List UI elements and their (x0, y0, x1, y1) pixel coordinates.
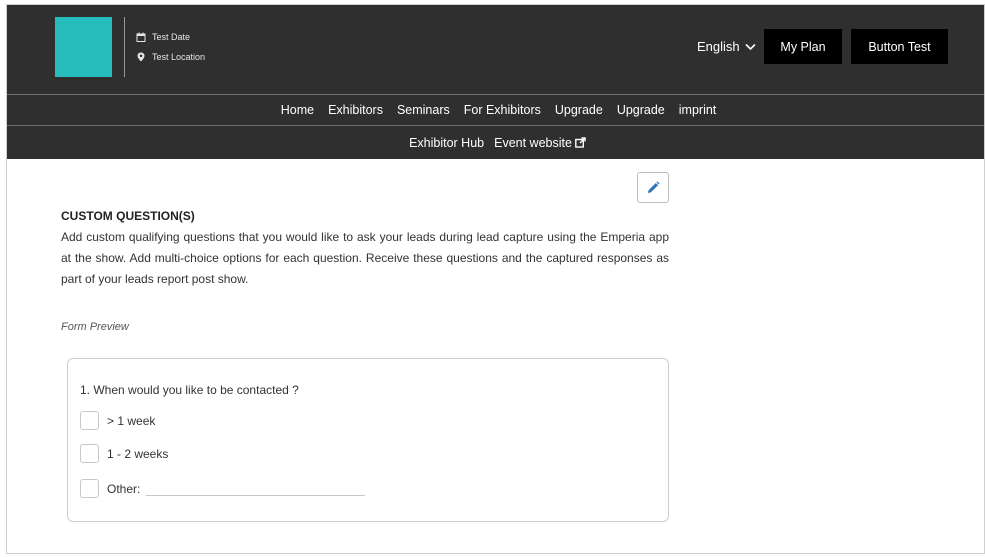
nav-item-imprint[interactable]: imprint (679, 103, 717, 117)
language-label: English (697, 39, 740, 54)
event-location: Test Location (152, 52, 206, 62)
question-text: 1. When would you like to be contacted ? (80, 383, 299, 397)
event-date-row: Test Date (136, 32, 190, 42)
pencil-icon (648, 180, 660, 193)
nav-item-upgrade-2[interactable]: Upgrade (617, 103, 665, 117)
option-checkbox[interactable] (80, 444, 99, 463)
option-label: > 1 week (107, 413, 156, 428)
option-row: 1 - 2 weeks (80, 444, 168, 463)
event-header: Test Date Test Location English My Plan … (7, 5, 984, 94)
location-pin-icon (136, 52, 146, 62)
event-date: Test Date (152, 32, 191, 42)
option-row-other: Other: (80, 479, 366, 498)
page-frame: Test Date Test Location English My Plan … (6, 4, 985, 554)
nav-item-event-website[interactable]: Event website (494, 136, 586, 150)
event-location-row: Test Location (136, 52, 205, 62)
form-preview-box: 1. When would you like to be contacted ?… (67, 358, 669, 522)
my-plan-button[interactable]: My Plan (764, 29, 842, 64)
option-checkbox[interactable] (80, 411, 99, 430)
section-title: CUSTOM QUESTION(S) (61, 209, 195, 223)
form-preview-label: Form Preview (61, 321, 129, 333)
nav-item-home[interactable]: Home (281, 103, 314, 117)
chevron-down-icon (745, 43, 756, 50)
exhibitor-hub-label: Exhibitor Hub (409, 135, 485, 150)
header-divider (124, 17, 125, 77)
button-test-button[interactable]: Button Test (851, 29, 948, 64)
option-row: > 1 week (80, 411, 155, 430)
option-label: Other: (107, 481, 141, 496)
option-checkbox[interactable] (80, 479, 99, 498)
language-selector[interactable]: English (697, 39, 756, 54)
section-description: Add custom qualifying questions that you… (61, 230, 669, 286)
edit-button[interactable] (637, 172, 669, 203)
option-label: 1 - 2 weeks (107, 446, 169, 461)
calendar-icon (136, 32, 146, 42)
external-link-icon (575, 137, 586, 148)
event-website-label: Event website (494, 135, 572, 150)
nav-item-exhibitor-hub[interactable]: Exhibitor Hub (409, 136, 484, 150)
nav-item-seminars[interactable]: Seminars (397, 103, 450, 117)
nav-item-for-exhibitors[interactable]: For Exhibitors (464, 103, 541, 117)
nav-item-upgrade[interactable]: Upgrade (555, 103, 603, 117)
primary-nav: Home Exhibitors Seminars For Exhibitors … (7, 94, 984, 125)
other-text-field[interactable] (146, 495, 366, 496)
event-logo[interactable] (55, 17, 112, 77)
secondary-nav: Exhibitor Hub Event website (7, 125, 984, 159)
nav-item-exhibitors[interactable]: Exhibitors (328, 103, 383, 117)
